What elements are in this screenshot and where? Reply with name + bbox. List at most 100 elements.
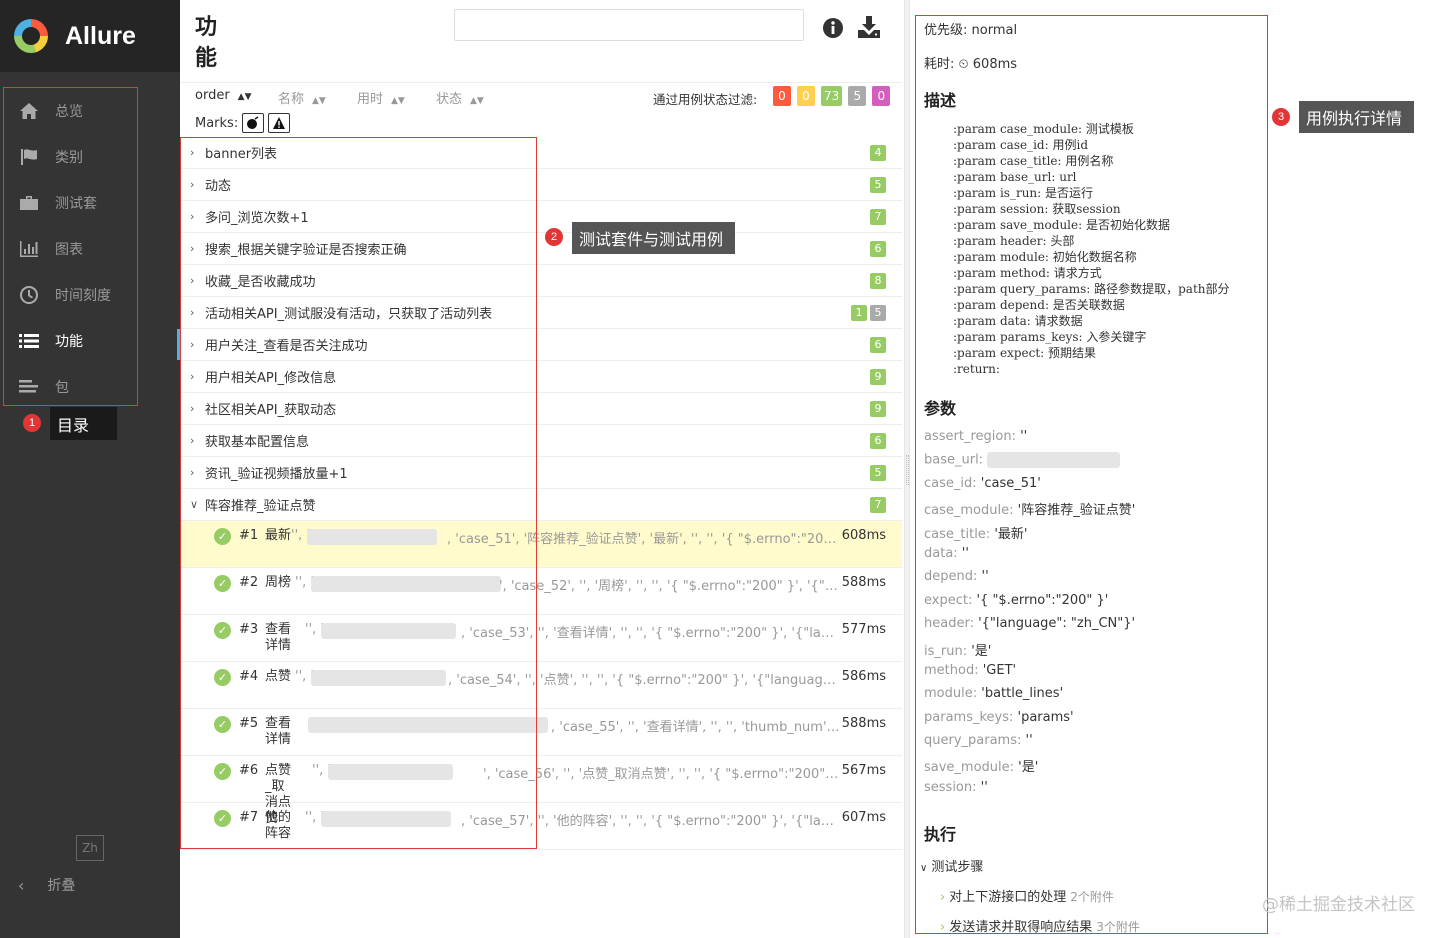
- annotation-label-2: 测试套件与测试用例: [572, 222, 735, 254]
- testcase-title: 周榜: [265, 575, 292, 590]
- group-counts: 5: [867, 176, 886, 193]
- annotation-label-1: 目录: [50, 407, 117, 440]
- feature-group-row[interactable]: › 搜索_根据关键字验证是否搜索正确 6: [180, 233, 902, 265]
- test-steps-toggle[interactable]: ∨ 测试步骤: [920, 856, 983, 875]
- testcase-row[interactable]: ✓ #6 点赞_取消点赞 '', ' ', 'case_56', '', '点赞_取消点…: [180, 756, 902, 826]
- download-icon[interactable]: [857, 15, 881, 43]
- status-filter-badge[interactable]: 5: [848, 86, 867, 106]
- sidebar-item-behaviors[interactable]: 功能: [0, 318, 180, 364]
- feature-group-row[interactable]: › 多问_浏览次数+1 7: [180, 201, 902, 233]
- parameter-row: base_url:: [924, 452, 1135, 475]
- feature-group-row[interactable]: ∨ 阵容推荐_验证点赞 7: [180, 489, 902, 521]
- feature-group-row[interactable]: › 用户相关API_修改信息 9: [180, 361, 902, 393]
- parameter-value: '': [1015, 429, 1028, 444]
- sidebar-item-overview[interactable]: 总览: [0, 88, 180, 134]
- parameter-key: case_id:: [924, 475, 977, 491]
- annotation-badge-2: 2: [545, 228, 563, 246]
- sidebar-item-categories[interactable]: 类别: [0, 134, 180, 180]
- testcase-title: 查看详情: [265, 622, 292, 653]
- parameter-value: 'params': [1013, 709, 1074, 725]
- status-filter-badge[interactable]: 0: [773, 86, 791, 106]
- testcase-row[interactable]: ✓ #1 最新 '', ', 'case_51', '阵容推荐_验证点赞', '最新'…: [180, 521, 902, 568]
- parameter-value: '': [977, 569, 989, 585]
- feature-group-row[interactable]: › banner列表 4: [180, 137, 902, 169]
- priority: 优先级: normal: [924, 23, 1018, 38]
- sidebar-item-label: 包: [55, 380, 69, 396]
- info-icon[interactable]: [822, 17, 844, 43]
- feature-group-name: 社区相关API_获取动态: [205, 403, 337, 418]
- feature-group-row[interactable]: › 获取基本配置信息 6: [180, 425, 902, 457]
- sort-duration[interactable]: 用时 ▲▼: [357, 88, 405, 107]
- feature-group-row[interactable]: › 社区相关API_获取动态 9: [180, 393, 902, 425]
- parameter-key: case_title:: [924, 526, 991, 542]
- sort-arrows-icon: ▲▼: [391, 96, 405, 106]
- testcase-row[interactable]: ✓ #7 他的阵容 '', ', 'case_57', '', '他的阵容', '',…: [180, 803, 902, 850]
- parameter-value: '是': [1014, 760, 1039, 776]
- testcase-params: , 'case_54', '', '点赞', '', '', '{ "$.err…: [448, 673, 840, 688]
- testcase-row[interactable]: ✓ #5 查看详情 , 'case_55', '', '查看详情', '', '', …: [180, 709, 902, 756]
- testcase-number: #7: [239, 810, 259, 825]
- sidebar-item-suites[interactable]: 测试套: [0, 180, 180, 226]
- drag-handle[interactable]: [906, 455, 909, 485]
- testcase-duration: 588ms: [841, 716, 886, 731]
- collapse-button[interactable]: ‹ 折叠: [18, 875, 75, 895]
- sidebar-item-graphs[interactable]: 图表: [0, 226, 180, 272]
- sidebar-item-label: 图表: [55, 242, 83, 258]
- parameters-list: assert_region: '' base_url: case_id: 'case…: [924, 429, 1135, 803]
- chevron-right-icon: ›: [190, 242, 195, 255]
- parameter-key: save_module:: [924, 760, 1015, 776]
- step-item[interactable]: › 发送请求并取得响应结果 3个附件: [940, 916, 1140, 935]
- feature-group-row[interactable]: › 用户关注_查看是否关注成功 6: [177, 329, 902, 361]
- new-failed-mark-button[interactable]: [268, 113, 291, 133]
- sidebar: Allure 总览 类别 测试套 图表 时间刻度 功能 包 Zh ‹ 折叠: [0, 0, 180, 938]
- count-badge: 9: [870, 368, 886, 385]
- sort-status[interactable]: 状态 ▲▼: [436, 88, 484, 107]
- feature-group-row[interactable]: › 动态 5: [180, 169, 902, 201]
- parameter-value: 'battle_lines': [977, 686, 1064, 702]
- sidebar-item-packages[interactable]: 包: [0, 364, 180, 410]
- step-item[interactable]: › 对上下游接口的处理 2个附件: [940, 886, 1114, 905]
- parameter-key: query_params:: [924, 733, 1022, 749]
- testcase-row[interactable]: ✓ #4 点赞 '', ', 'case_54', '', '点赞', '', '',…: [180, 662, 902, 709]
- duration: 耗时: ⏲ 608ms: [924, 57, 1018, 72]
- sort-order[interactable]: order ▲▼: [195, 88, 252, 103]
- testcase-title: 最新: [265, 528, 292, 543]
- testcase-row[interactable]: ✓ #3 查看详情 '', ', 'case_53', '', '查看详情', '',…: [180, 615, 902, 662]
- sidebar-item-timeline[interactable]: 时间刻度: [0, 272, 180, 318]
- parameter-value: '阵容推荐_验证点赞': [1013, 503, 1136, 519]
- brand[interactable]: Allure: [0, 0, 180, 72]
- passed-icon: ✓: [214, 810, 231, 827]
- flaky-mark-button[interactable]: [242, 113, 265, 133]
- parameter-row: method: 'GET': [924, 663, 1135, 686]
- watermark: @稀土掘金技术社区: [1262, 895, 1415, 915]
- parameter-key: assert_region:: [924, 429, 1016, 444]
- app-name: Allure: [65, 21, 136, 50]
- feature-group-name: 多问_浏览次数+1: [205, 211, 309, 226]
- group-counts: 4: [867, 144, 886, 161]
- testcase-title: 查看详情: [265, 716, 292, 747]
- status-filter-badge[interactable]: 73: [821, 86, 843, 106]
- sort-name[interactable]: 名称 ▲▼: [278, 88, 326, 107]
- testcase-row[interactable]: ✓ #2 周榜 '', ' ', 'case_52', '', '周榜', '', ''…: [180, 568, 902, 615]
- parameter-key: method:: [924, 662, 979, 678]
- status-filter-badge[interactable]: 0: [872, 86, 891, 106]
- chevron-right-icon: ›: [190, 306, 195, 319]
- feature-group-row[interactable]: › 活动相关API_测试服没有活动，只获取了活动列表 1 5: [180, 297, 902, 329]
- group-counts: 7: [867, 496, 886, 513]
- testcase-params: , 'case_53', '', '查看详情', '', '', '{ "$.e…: [461, 626, 840, 641]
- feature-group-name: 用户关注_查看是否关注成功: [205, 339, 368, 354]
- testcase-duration: 577ms: [841, 622, 886, 637]
- testcase-params: , 'case_55', '', '查看详情', '', '', 'thumb_…: [551, 720, 840, 735]
- count-badge: 5: [870, 464, 886, 481]
- chevron-right-icon: ›: [940, 920, 946, 935]
- status-filter-badge[interactable]: 0: [797, 86, 815, 106]
- count-badge: 4: [870, 144, 886, 161]
- search-input[interactable]: [454, 9, 804, 41]
- feature-group-row[interactable]: › 资讯_验证视频播放量+1 5: [180, 457, 902, 489]
- feature-group-name: banner列表: [205, 147, 278, 162]
- sort-order-label: order: [195, 88, 230, 103]
- passed-icon: ✓: [214, 575, 231, 592]
- feature-group-row[interactable]: › 收藏_是否收藏成功 8: [180, 265, 902, 297]
- marks-filter: Marks:: [195, 113, 291, 133]
- language-switch-button[interactable]: Zh: [76, 835, 104, 861]
